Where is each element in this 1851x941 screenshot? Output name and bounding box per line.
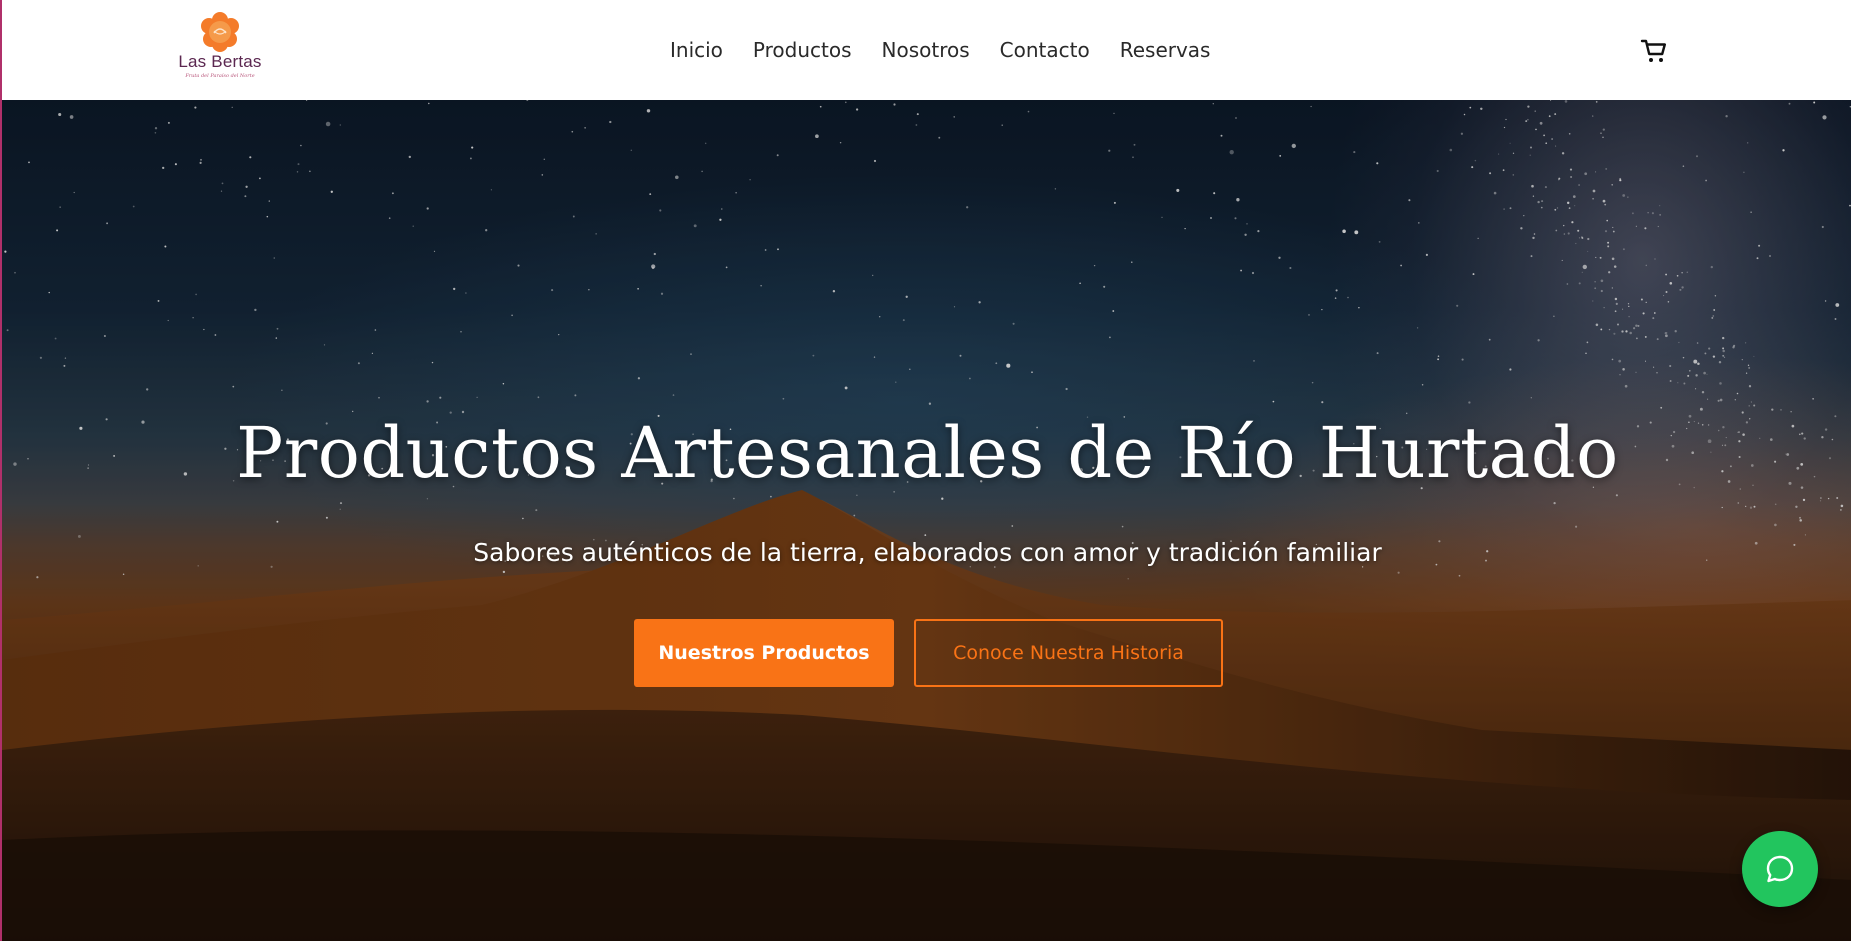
nav-link-productos[interactable]: Productos — [753, 36, 852, 64]
nav-link-inicio[interactable]: Inicio — [670, 36, 723, 64]
our-story-button[interactable]: Conoce Nuestra Historia — [914, 619, 1223, 687]
nav-link-nosotros[interactable]: Nosotros — [882, 36, 970, 64]
logo[interactable]: Las Bertas Fruta del Paraíso del Norte — [174, 11, 266, 85]
shopping-cart-icon[interactable] — [1640, 38, 1668, 64]
our-products-button[interactable]: Nuestros Productos — [634, 619, 894, 687]
hero-section: Productos Artesanales de Río Hurtado Sab… — [0, 100, 1851, 941]
site-header: Las Bertas Fruta del Paraíso del Norte I… — [0, 0, 1851, 100]
chat-button[interactable] — [1742, 831, 1818, 907]
hero-content: Productos Artesanales de Río Hurtado Sab… — [2, 100, 1851, 941]
chat-bubble-icon — [1766, 855, 1794, 883]
flower-logo-icon — [201, 12, 239, 52]
logo-name: Las Bertas — [178, 52, 262, 71]
main-nav: Inicio Productos Nosotros Contacto Reser… — [670, 36, 1210, 64]
nav-link-contacto[interactable]: Contacto — [1000, 36, 1090, 64]
hero-title: Productos Artesanales de Río Hurtado — [236, 412, 1619, 494]
nav-link-reservas[interactable]: Reservas — [1120, 36, 1211, 64]
logo-tagline: Fruta del Paraíso del Norte — [185, 73, 255, 79]
hero-subtitle: Sabores auténticos de la tierra, elabora… — [473, 538, 1382, 567]
